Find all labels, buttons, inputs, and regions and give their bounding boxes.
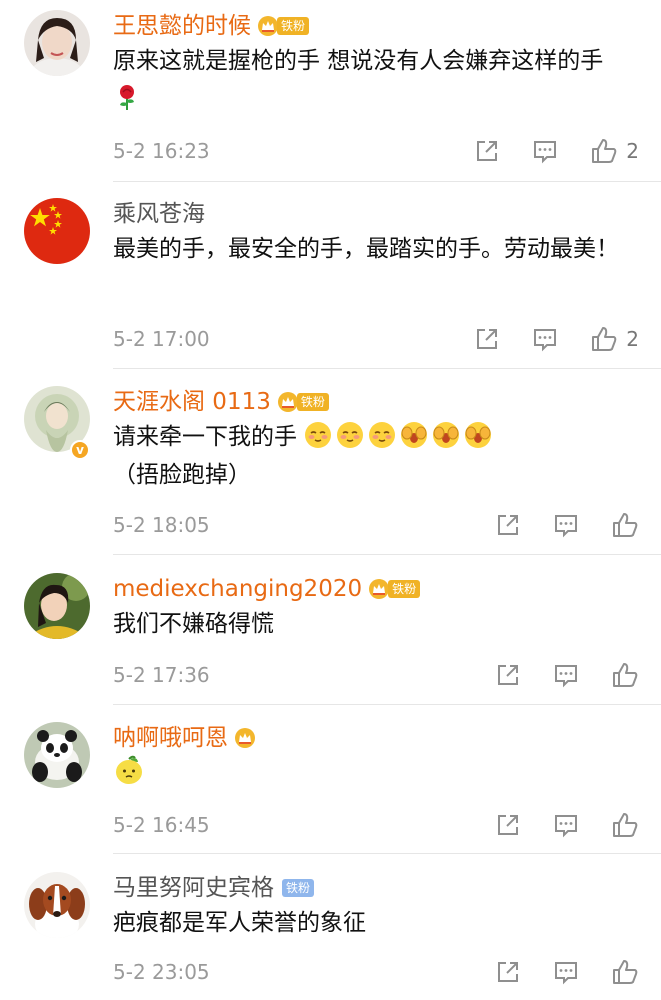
comment-icon <box>555 962 577 985</box>
timestamp: 5-2 16:23 <box>113 139 210 163</box>
share-button[interactable] <box>474 138 500 164</box>
username[interactable]: mediexchanging2020 <box>113 573 362 605</box>
avatar[interactable] <box>24 573 90 639</box>
comment-item: mediexchanging2020 铁粉 我们不嫌硌得慌 5-2 17:36 <box>0 563 661 705</box>
blush-emoji-icon <box>369 422 396 448</box>
like-button[interactable] <box>611 661 639 689</box>
timestamp: 5-2 17:00 <box>113 327 210 351</box>
like-button[interactable] <box>611 511 639 539</box>
divider <box>113 368 661 369</box>
share-button[interactable] <box>495 662 521 688</box>
thumbs-up-icon <box>613 513 638 537</box>
comment-item: 王思懿的时候 铁粉 原来这就是握枪的手 想说没有人会嫌弃这样的手 5-2 16:… <box>0 0 661 182</box>
thumbs-up-icon <box>592 139 617 163</box>
action-bar <box>463 810 639 840</box>
like-button[interactable] <box>611 958 639 986</box>
action-bar: 2 <box>442 136 639 166</box>
timestamp: 5-2 17:36 <box>113 663 210 687</box>
shy-emoji-icon <box>465 422 492 448</box>
like-button[interactable] <box>611 811 639 839</box>
shy-emoji-icon <box>401 422 428 448</box>
share-icon <box>498 515 518 535</box>
comment-button[interactable] <box>532 326 558 352</box>
divider <box>113 704 661 705</box>
username[interactable]: 呐啊哦呵恩 <box>113 722 228 754</box>
timestamp: 5-2 16:45 <box>113 813 210 837</box>
comment-feed: 王思懿的时候 铁粉 原来这就是握枪的手 想说没有人会嫌弃这样的手 5-2 16:… <box>0 0 661 1000</box>
comment-button[interactable] <box>532 138 558 164</box>
share-button[interactable] <box>495 512 521 538</box>
action-bar <box>463 510 639 540</box>
comment-item: 马里努阿史宾格 铁粉 疤痕都是军人荣誉的象征 5-2 23:05 <box>0 862 661 1000</box>
avatar[interactable] <box>24 872 90 938</box>
blush-emoji-icon <box>305 422 332 448</box>
comment-text: 我们不嫌硌得慌 <box>113 611 274 637</box>
share-button[interactable] <box>474 326 500 352</box>
action-bar: 2 <box>442 324 639 354</box>
comment-text: 最美的手，最安全的手，最踏实的手。劳动最美！ <box>113 236 619 262</box>
comment-text: 疤痕都是军人荣誉的象征 <box>113 910 366 936</box>
comment-item: 呐啊哦呵恩 5-2 16:45 <box>0 712 661 854</box>
verified-badge: v <box>70 440 90 460</box>
divider <box>113 554 661 555</box>
comment-icon <box>534 141 557 164</box>
comment-text: 原来这就是握枪的手 想说没有人会嫌弃这样的手 <box>113 42 638 118</box>
fan-badge: 铁粉 <box>257 15 310 37</box>
share-button[interactable] <box>495 812 521 838</box>
fan-badge <box>234 727 256 749</box>
comment-icon <box>555 815 577 838</box>
comment-text <box>113 754 638 793</box>
share-icon <box>498 815 518 835</box>
divider <box>113 181 661 182</box>
like-button[interactable]: 2 <box>590 325 639 353</box>
avatar[interactable] <box>24 10 90 76</box>
fan-badge: 铁粉 <box>277 391 329 413</box>
thumbs-up-icon <box>592 327 617 351</box>
comment-button[interactable] <box>553 512 579 538</box>
avatar[interactable] <box>24 722 90 788</box>
share-button[interactable] <box>495 959 521 985</box>
username[interactable]: 马里努阿史宾格 <box>113 872 274 904</box>
fan-badge: 铁粉 <box>368 578 421 600</box>
comment-text: 请来牵一下我的手 （捂脸跑掉） <box>113 418 638 494</box>
comment-item: 乘风苍海 最美的手，最安全的手，最踏实的手。劳动最美！ 5-2 17:00 2 <box>0 188 661 370</box>
share-icon <box>498 962 518 982</box>
share-icon <box>477 141 498 161</box>
shy-emoji-icon <box>433 422 460 448</box>
share-icon <box>477 329 498 349</box>
comment-button[interactable] <box>553 959 579 985</box>
share-icon <box>498 665 518 685</box>
username[interactable]: 天涯水阁 0113 <box>113 386 271 418</box>
action-bar <box>463 957 639 987</box>
thumbs-up-icon <box>613 663 638 687</box>
like-button[interactable]: 2 <box>590 137 639 165</box>
divider <box>113 853 661 854</box>
thumbs-up-icon <box>613 813 638 837</box>
comment-icon <box>555 665 577 688</box>
username[interactable]: 王思懿的时候 <box>113 10 251 42</box>
crown-icon <box>235 728 255 748</box>
crown-icon <box>369 579 390 599</box>
username[interactable]: 乘风苍海 <box>113 198 205 230</box>
crown-icon <box>258 16 278 36</box>
blush-emoji-icon <box>337 422 364 448</box>
rose-emoji-icon <box>120 85 134 110</box>
timestamp: 5-2 23:05 <box>113 960 210 984</box>
comment-icon <box>555 515 577 538</box>
comment-item: v 天涯水阁 0113 铁粉 请来牵一下我的手 （捂脸跑掉） 5-2 18:05 <box>0 376 661 558</box>
comment-button[interactable] <box>553 662 579 688</box>
comment-icon <box>534 329 557 352</box>
action-bar <box>463 660 639 690</box>
lemon-emoji-icon <box>116 755 142 784</box>
crown-icon <box>277 392 298 412</box>
fan-badge: 铁粉 <box>280 877 315 899</box>
thumbs-up-icon <box>613 960 638 984</box>
like-count: 2 <box>626 327 639 351</box>
comment-button[interactable] <box>553 812 579 838</box>
avatar[interactable] <box>24 198 90 264</box>
timestamp: 5-2 18:05 <box>113 513 210 537</box>
like-count: 2 <box>626 139 639 163</box>
